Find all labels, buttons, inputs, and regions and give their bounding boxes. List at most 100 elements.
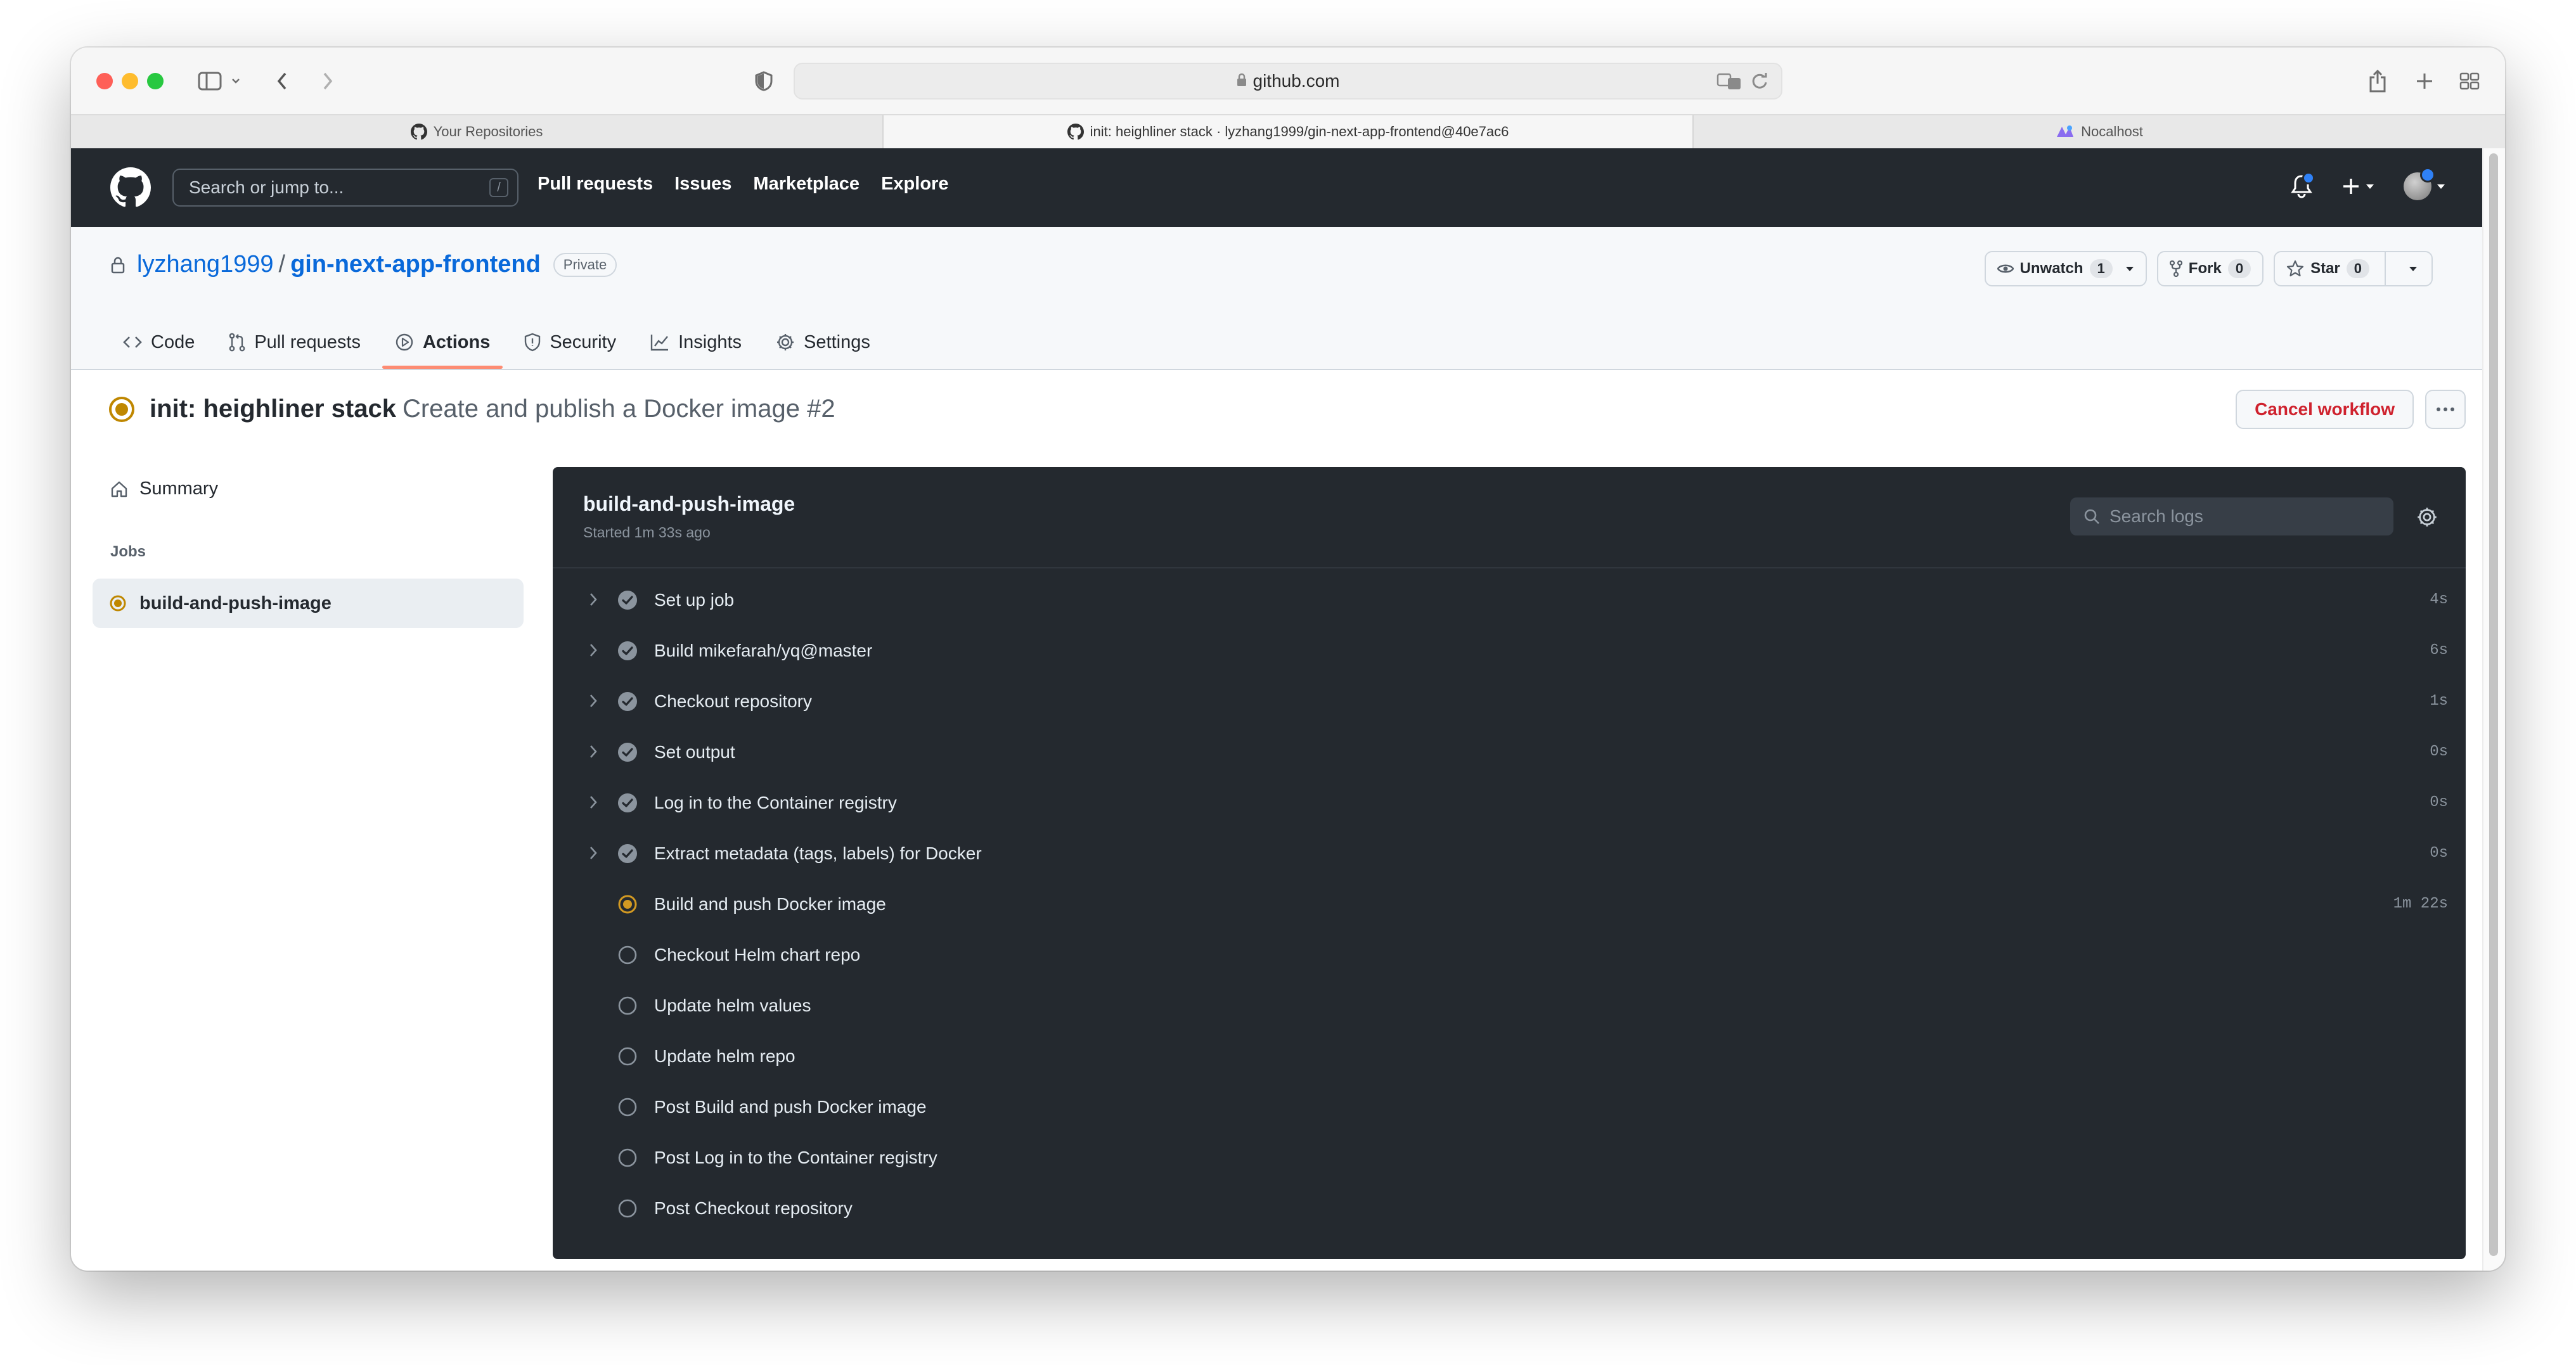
notification-indicator: [2302, 172, 2315, 184]
privacy-shield-icon[interactable]: [753, 67, 775, 96]
chevron-right-icon[interactable]: [588, 693, 598, 712]
fork-icon: [2169, 260, 2182, 277]
search-icon: [2083, 508, 2101, 530]
job-step-row[interactable]: Post Checkout repository: [553, 1183, 2466, 1234]
scrollbar-thumb[interactable]: [2489, 153, 2498, 1256]
chevron-right-icon[interactable]: [588, 743, 598, 763]
watch-count: 1: [2089, 259, 2113, 278]
breadcrumb-separator: /: [278, 251, 286, 278]
job-step-row[interactable]: Set up job 4s: [553, 575, 2466, 625]
browser-tab-label: Your Repositories: [433, 124, 543, 139]
minimize-window-button[interactable]: [122, 73, 138, 89]
share-icon[interactable]: [2367, 67, 2388, 96]
search-logs-input[interactable]: Search logs: [2070, 497, 2393, 535]
tab-insights[interactable]: Insights: [638, 316, 754, 369]
sidebar-toggle-icon[interactable]: [195, 67, 224, 96]
browser-tab-repositories[interactable]: Your Repositories: [71, 115, 882, 148]
close-window-button[interactable]: [96, 73, 113, 89]
chevron-down-icon[interactable]: [229, 67, 242, 96]
queued-circle-icon: [617, 1198, 638, 1222]
search-logs-placeholder: Search logs: [2109, 506, 2203, 526]
job-step-row[interactable]: Checkout Helm chart repo: [553, 930, 2466, 980]
job-step-row[interactable]: Log in to the Container registry 0s: [553, 778, 2466, 828]
star-list-dropdown[interactable]: [2395, 266, 2431, 272]
tab-label: Insights: [678, 331, 742, 352]
caret-down-icon: [2366, 184, 2374, 189]
job-step-row[interactable]: Checkout repository 1s: [553, 676, 2466, 727]
new-tab-icon[interactable]: [2414, 67, 2435, 96]
star-icon: [2286, 260, 2304, 277]
check-circle-icon: [617, 691, 638, 715]
nav-issues[interactable]: Issues: [674, 174, 731, 195]
unwatch-button[interactable]: Unwatch 1: [1984, 251, 2147, 286]
browser-toolbar: github.com: [71, 48, 2505, 114]
job-step-row[interactable]: Update helm values: [553, 980, 2466, 1031]
address-bar[interactable]: github.com: [794, 63, 1782, 99]
repo-owner-link[interactable]: lyzhang1999: [137, 251, 274, 278]
zoom-window-button[interactable]: [147, 73, 164, 89]
page-scrollbar[interactable]: [2482, 148, 2505, 1271]
tab-actions[interactable]: Actions: [382, 316, 503, 369]
visibility-badge: Private: [553, 252, 617, 277]
in-progress-status-icon: [108, 395, 136, 423]
star-button[interactable]: Star 0: [2274, 251, 2433, 286]
caret-down-icon: [2409, 267, 2417, 271]
sidebar-item-job[interactable]: build-and-push-image: [93, 579, 524, 628]
browser-tab-nocalhost[interactable]: Nocalhost: [1694, 115, 2505, 148]
job-step-row[interactable]: Post Log in to the Container registry: [553, 1132, 2466, 1183]
tab-code[interactable]: Code: [110, 316, 207, 369]
github-icon: [1067, 124, 1084, 140]
user-menu[interactable]: [2404, 167, 2445, 200]
reload-icon[interactable]: [1751, 72, 1768, 95]
in-progress-status-icon: [617, 894, 638, 918]
chevron-right-icon[interactable]: [588, 642, 598, 662]
global-search-input[interactable]: Search or jump to... /: [172, 169, 518, 207]
back-icon[interactable]: [273, 67, 292, 96]
notifications-bell-icon[interactable]: [2291, 172, 2315, 198]
nav-marketplace[interactable]: Marketplace: [753, 174, 860, 195]
sidebar-item-label: Summary: [139, 478, 219, 499]
chevron-right-icon[interactable]: [588, 591, 598, 611]
nav-explore[interactable]: Explore: [881, 174, 948, 195]
sidebar-item-summary[interactable]: Summary: [110, 478, 218, 499]
chevron-right-icon[interactable]: [588, 845, 598, 864]
tab-pull-requests[interactable]: Pull requests: [216, 316, 373, 369]
browser-tab-label: Nocalhost: [2081, 124, 2143, 139]
job-log-header: build-and-push-image Started 1m 33s ago …: [553, 467, 2466, 568]
fork-label: Fork: [2188, 260, 2222, 277]
queued-circle-icon: [617, 1046, 638, 1070]
tab-security[interactable]: Security: [512, 316, 629, 369]
job-step-label: Extract metadata (tags, labels) for Dock…: [654, 843, 982, 863]
github-logo-icon[interactable]: [110, 167, 151, 211]
job-step-row[interactable]: Update helm repo: [553, 1031, 2466, 1082]
repo-breadcrumb: lyzhang1999 / gin-next-app-frontend Priv…: [110, 251, 617, 278]
job-step-row[interactable]: Post Build and push Docker image: [553, 1082, 2466, 1132]
cancel-workflow-button[interactable]: Cancel workflow: [2236, 390, 2414, 429]
tab-settings[interactable]: Settings: [763, 316, 883, 369]
page-title: init: heighliner stack Create and publis…: [108, 395, 835, 423]
fork-button[interactable]: Fork 0: [2156, 251, 2264, 286]
star-count: 0: [2346, 259, 2369, 278]
job-step-duration: 1s: [2430, 693, 2448, 710]
forward-icon[interactable]: [318, 67, 337, 96]
job-step-duration: 0s: [2430, 743, 2448, 760]
job-step-row[interactable]: Extract metadata (tags, labels) for Dock…: [553, 828, 2466, 879]
caret-down-icon: [2125, 267, 2134, 271]
log-settings-gear-icon[interactable]: [2416, 506, 2438, 531]
tab-overview-icon[interactable]: [2458, 67, 2481, 96]
job-step-duration: 6s: [2430, 642, 2448, 659]
job-step-row[interactable]: Build and push Docker image 1m 22s: [553, 879, 2466, 930]
translate-icon[interactable]: [1716, 72, 1742, 95]
chevron-right-icon[interactable]: [588, 794, 598, 814]
job-step-row[interactable]: Build mikefarah/yq@master 6s: [553, 625, 2466, 676]
repo-name-link[interactable]: gin-next-app-frontend: [290, 251, 541, 278]
nav-pull-requests[interactable]: Pull requests: [538, 174, 653, 195]
header-actions: [2291, 167, 2445, 200]
create-new-menu[interactable]: [2341, 177, 2374, 196]
more-options-button[interactable]: [2425, 390, 2466, 429]
browser-tab-workflow-run[interactable]: init: heighliner stack · lyzhang1999/gin…: [882, 115, 1694, 148]
url-text: github.com: [1253, 71, 1340, 91]
tab-label: Settings: [804, 331, 870, 352]
job-step-label: Post Log in to the Container registry: [654, 1148, 937, 1167]
job-step-row[interactable]: Set output 0s: [553, 727, 2466, 778]
